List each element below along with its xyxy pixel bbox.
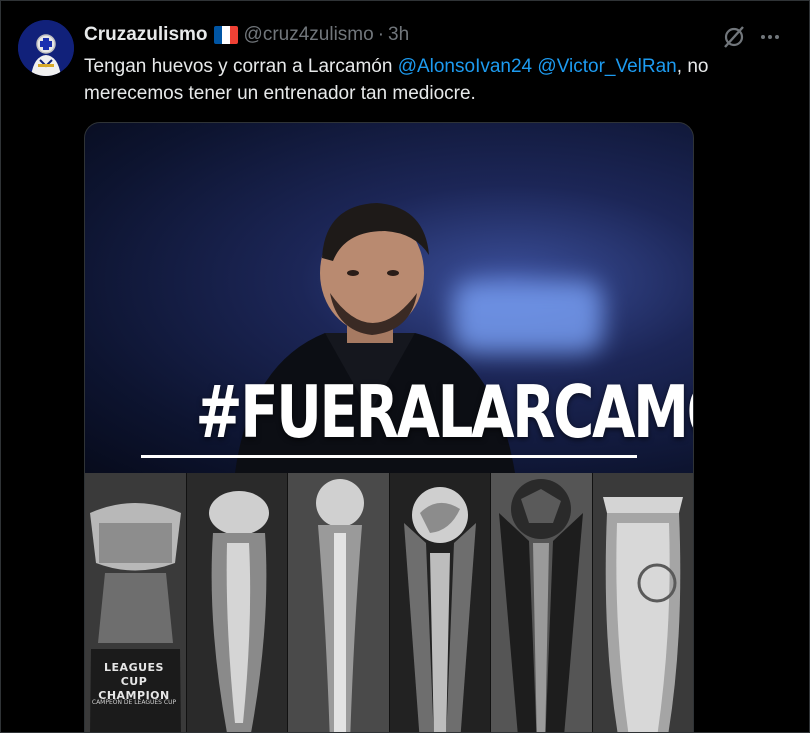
concacaf-trophy-icon [499, 479, 583, 732]
coach-photo: #FUERALARCAMON [85, 123, 693, 473]
trophy-label-line1: LEAGUES CUP [104, 661, 164, 688]
hashtag-underline [141, 455, 637, 458]
tweet-text: Tengan huevos y corran a Larcamón @Alons… [84, 53, 784, 107]
tweet-media-image[interactable]: #FUERALARCAMON LEAGUES CUP CHAMPION CAMP… [84, 122, 694, 732]
tweet-header: Cruzazulismo @cruz4zulismo · 3h [84, 23, 409, 47]
trophies-strip: LEAGUES CUP CHAMPION CAMPEÓN DE LEAGUES … [85, 473, 693, 732]
trophy-icon [316, 479, 364, 732]
tweet-card[interactable]: Cruzazulismo @cruz4zulismo · 3h Tengan h… [0, 0, 810, 733]
france-flag-icon [213, 26, 238, 44]
hashtag-banner: #FUERALARCAMON [195, 370, 693, 454]
mention-link[interactable]: @Victor_VelRan [537, 56, 676, 77]
tweet-timestamp[interactable]: 3h [388, 24, 409, 46]
more-options-icon[interactable] [758, 25, 782, 49]
tweet-text-part: Tengan huevos y corran a Larcamón [84, 56, 398, 77]
trophy-panel [592, 473, 693, 732]
trophy-sublabel: CAMPEÓN DE LEAGUES CUP [91, 699, 177, 706]
cruz-azul-crest-icon [18, 20, 74, 76]
mention-link[interactable]: @AlonsoIvan24 [398, 56, 532, 77]
user-avatar[interactable] [18, 20, 74, 76]
club-world-cup-trophy-icon [403, 487, 476, 732]
display-name[interactable]: Cruzazulismo [84, 24, 208, 46]
trophy-panel [186, 473, 288, 732]
trophy-panel [491, 473, 593, 732]
liga-mx-trophy-icon [602, 497, 683, 732]
trophy-icon [208, 491, 269, 732]
trophy-panel [288, 473, 390, 732]
user-handle[interactable]: @cruz4zulismo [244, 24, 374, 46]
grok-icon[interactable] [721, 24, 747, 50]
trophy-panel: LEAGUES CUP CHAMPION CAMPEÓN DE LEAGUES … [85, 473, 187, 732]
trophy-engraving: LEAGUES CUP CHAMPION [89, 661, 179, 703]
separator-dot: · [377, 24, 385, 45]
trophy-panel [389, 473, 491, 732]
